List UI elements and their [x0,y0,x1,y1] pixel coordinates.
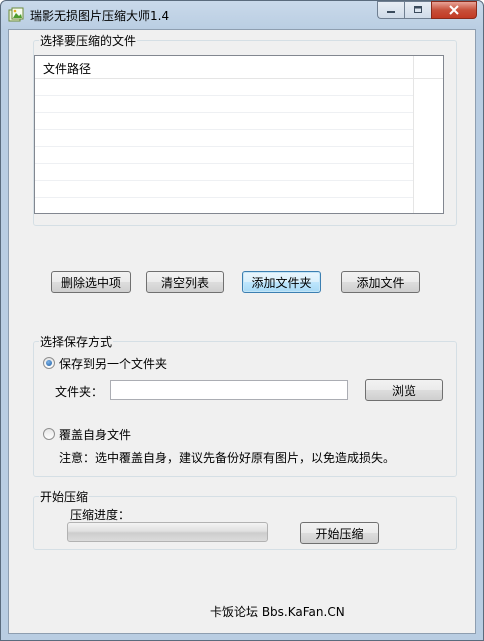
browse-button[interactable]: 浏览 [365,379,443,401]
list-gridline [35,146,413,147]
file-list-header[interactable]: 文件路径 [35,56,443,79]
minimize-icon [387,11,395,13]
maximize-button[interactable] [404,1,431,19]
list-gridline [35,163,413,164]
minimize-button[interactable] [377,1,404,19]
list-gridline [35,197,413,198]
save-to-other-folder-radio[interactable] [43,357,55,369]
list-gridline [35,129,413,130]
progress-label: 压缩进度： [70,508,131,522]
add-file-button[interactable]: 添加文件 [341,271,420,293]
save-to-other-folder-label[interactable]: 保存到另一个文件夹 [59,355,167,372]
clear-list-button[interactable]: 清空列表 [146,271,224,293]
delete-selected-button[interactable]: 删除选中项 [51,271,131,293]
overwrite-self-radio[interactable] [43,428,55,440]
list-gridline [35,112,413,113]
start-compress-group-label: 开始压缩 [39,488,90,505]
add-folder-button[interactable]: 添加文件夹 [242,271,321,293]
folder-label: 文件夹： [55,385,104,399]
save-method-group-label: 选择保存方式 [39,333,114,350]
radio-selected-dot [46,360,52,366]
column-separator [413,56,414,213]
footer-credit: 卡饭论坛 Bbs.KaFan.CN [210,605,345,619]
image-app-icon [8,7,24,23]
folder-path-input[interactable] [110,380,348,400]
title-bar[interactable]: 瑞影无损图片压缩大师1.4 [1,1,483,29]
maximize-icon [414,6,422,13]
file-select-group-label: 选择要压缩的文件 [39,32,138,49]
compress-progress-bar [67,522,268,542]
window-title: 瑞影无损图片压缩大师1.4 [30,9,170,23]
close-button[interactable] [431,1,477,19]
overwrite-warning-note: 注意：选中覆盖自身，建议先备份好原有图片，以免造成损失。 [59,451,396,465]
start-compress-button[interactable]: 开始压缩 [300,522,379,544]
file-list[interactable]: 文件路径 [34,55,444,214]
column-header-file-path[interactable]: 文件路径 [43,60,91,77]
list-gridline [35,95,413,96]
overwrite-self-label[interactable]: 覆盖自身文件 [59,426,131,443]
close-icon [449,5,459,15]
list-gridline [35,180,413,181]
